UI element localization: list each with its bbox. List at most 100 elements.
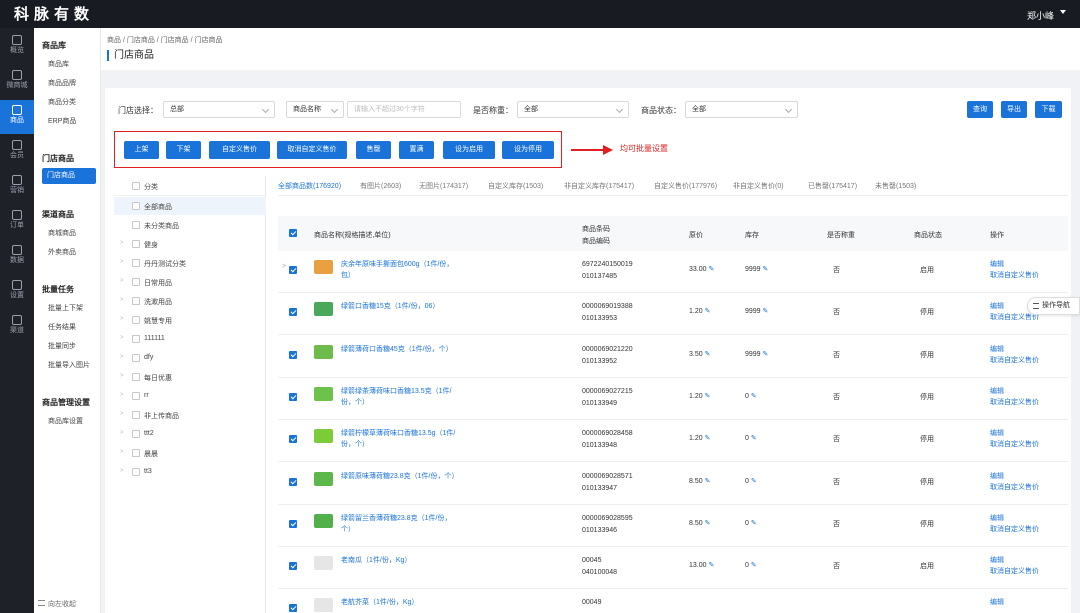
subnav-item-erp[interactable]: ERP商品	[48, 116, 76, 126]
edit-icon[interactable]: ✎	[763, 266, 769, 273]
category-item[interactable]: > 非上传商品	[114, 406, 266, 424]
edit-link[interactable]: 编辑	[990, 555, 1004, 565]
edit-icon[interactable]: ✎	[751, 435, 757, 442]
stats-tab[interactable]: 已售罄(175417)	[808, 181, 857, 191]
rail-item[interactable]: 订单	[0, 205, 34, 239]
table-row[interactable]: 绿箭绿茶薄荷味口香糖13.5克（1件/份，个） 0000069027215 0101…	[278, 377, 1068, 420]
product-name-link[interactable]: 老南瓜（1件/份，Kg）	[341, 555, 456, 566]
batch-enable-button[interactable]: 设为启用	[443, 141, 495, 159]
chevron-right-icon[interactable]: >	[120, 297, 124, 303]
category-checkbox[interactable]	[132, 278, 140, 286]
category-item[interactable]: > 晨晨	[114, 444, 266, 462]
batch-sold-out-button[interactable]: 售罄	[356, 141, 391, 159]
edit-icon[interactable]: ✎	[751, 520, 757, 527]
product-name-link[interactable]: 老航芥菜（1件/份，Kg）	[341, 597, 456, 608]
edit-link[interactable]: 编辑	[990, 259, 1004, 269]
category-checkbox[interactable]	[132, 202, 140, 210]
category-checkbox[interactable]	[132, 373, 140, 381]
category-item[interactable]: 全部商品	[114, 197, 266, 215]
category-checkbox[interactable]	[132, 449, 140, 457]
chevron-right-icon[interactable]: >	[120, 354, 124, 360]
operation-nav-button[interactable]: 操作导航	[1027, 297, 1080, 315]
product-name-link[interactable]: 绿箭柠檬草薄荷味口香糖13.5g（1件/份，个）	[341, 428, 456, 450]
edit-link[interactable]: 编辑	[990, 301, 1004, 311]
edit-icon[interactable]: ✎	[763, 351, 769, 358]
edit-link[interactable]: 编辑	[990, 513, 1004, 523]
chevron-right-icon[interactable]: >	[282, 263, 286, 270]
subnav-item-task-result[interactable]: 任务结果	[48, 322, 76, 332]
chevron-right-icon[interactable]: >	[120, 278, 124, 284]
stats-tab[interactable]: 非自定义库存(175417)	[564, 181, 634, 191]
stats-tab[interactable]: 未售罄(1503)	[875, 181, 916, 191]
table-row[interactable]: 老航芥菜（1件/份，Kg） 00049 编辑	[278, 589, 1068, 613]
field-select[interactable]: 商品名称	[286, 101, 344, 118]
product-name-link[interactable]: 绿箭留兰香薄荷糖23.8克（1件/份，个）	[341, 513, 456, 535]
app-logo[interactable]: 科脉有数	[14, 3, 94, 24]
table-row[interactable]: 绿箭原味薄荷糖23.8克（1件/份，个） 0000069028571 0101339…	[278, 462, 1068, 505]
edit-link[interactable]: 编辑	[990, 386, 1004, 396]
batch-disable-button[interactable]: 设为停用	[502, 141, 554, 159]
category-checkbox[interactable]	[132, 468, 140, 476]
category-checkbox[interactable]	[132, 354, 140, 362]
category-checkbox[interactable]	[132, 240, 140, 248]
category-item[interactable]: > 洗漱用品	[114, 292, 266, 310]
category-item[interactable]: > ttt2	[114, 425, 266, 443]
cancel-custom-price-link[interactable]: 取消自定义售价	[990, 566, 1039, 576]
category-checkbox[interactable]	[132, 411, 140, 419]
rail-item[interactable]: 会员	[0, 135, 34, 169]
chevron-right-icon[interactable]: >	[120, 411, 124, 417]
edit-link[interactable]: 编辑	[990, 597, 1004, 607]
subnav-item-takeout-goods[interactable]: 外卖商品	[48, 247, 76, 257]
subnav-item-brand[interactable]: 商品品牌	[48, 78, 76, 88]
download-button[interactable]: 下载	[1035, 101, 1062, 118]
chevron-down-icon[interactable]	[1060, 10, 1066, 14]
product-name-link[interactable]: 绿箭绿茶薄荷味口香糖13.5克（1件/份，个）	[341, 386, 456, 408]
table-row[interactable]: 老南瓜（1件/份，Kg） 00045 040100048 13.00 ✎ 0 ✎ 否启用编…	[278, 547, 1068, 590]
edit-icon[interactable]: ✎	[708, 562, 714, 569]
rail-item[interactable]: 渠道	[0, 310, 34, 344]
subnav-item-batch-sync[interactable]: 批量同步	[48, 341, 76, 351]
row-checkbox[interactable]	[289, 519, 297, 528]
batch-custom-price-button[interactable]: 自定义售价	[209, 141, 270, 159]
product-name-link[interactable]: 绿箭原味薄荷糖23.8克（1件/份，个）	[341, 471, 458, 482]
product-name-link[interactable]: 绿箭薄荷口香糖45克（1件/份，个）	[341, 344, 456, 355]
cancel-custom-price-link[interactable]: 取消自定义售价	[990, 524, 1039, 534]
product-name-link[interactable]: 庆余年原味手撕面包600g（1件/份，包）	[341, 259, 456, 281]
chevron-right-icon[interactable]: >	[120, 430, 124, 436]
weigh-select[interactable]: 全部	[517, 101, 629, 118]
chevron-right-icon[interactable]: >	[120, 316, 124, 322]
chevron-right-icon[interactable]: >	[120, 259, 124, 265]
search-input[interactable]	[347, 101, 461, 118]
cancel-custom-price-link[interactable]: 取消自定义售价	[990, 439, 1039, 449]
stats-tab[interactable]: 有图片(2603)	[360, 181, 401, 191]
chevron-right-icon[interactable]: >	[120, 449, 124, 455]
category-checkbox[interactable]	[132, 392, 140, 400]
subnav-item-settings[interactable]: 商品库设置	[48, 416, 83, 426]
batch-cancel-custom-price-button[interactable]: 取消自定义售价	[277, 141, 347, 159]
row-checkbox[interactable]	[289, 266, 297, 274]
edit-link[interactable]: 编辑	[990, 344, 1004, 354]
category-item[interactable]: > 丹丹测试分类	[114, 254, 266, 272]
table-row[interactable]: 绿箭留兰香薄荷糖23.8克（1件/份，个） 0000069028595 010133…	[278, 504, 1068, 547]
category-item[interactable]: >111111	[114, 330, 266, 348]
row-checkbox[interactable]	[289, 350, 297, 359]
table-row[interactable]: > 庆余年原味手撕面包600g（1件/份，包） 6972240150019 01013…	[278, 251, 1068, 293]
category-checkbox[interactable]	[132, 316, 140, 324]
category-checkbox[interactable]	[132, 297, 140, 305]
rail-item[interactable]: 设置	[0, 275, 34, 309]
subnav-item-store-goods[interactable]: 门店商品	[42, 168, 96, 184]
category-item[interactable]: > 日常用品	[114, 273, 266, 291]
cancel-custom-price-link[interactable]: 取消自定义售价	[990, 270, 1039, 280]
row-checkbox[interactable]	[289, 604, 297, 613]
category-item[interactable]: > rr	[114, 387, 266, 405]
stats-tab[interactable]: 全部商品数(176920)	[278, 181, 341, 191]
chevron-right-icon[interactable]: >	[120, 240, 124, 246]
rail-item[interactable]: 微商城	[0, 65, 34, 99]
export-button[interactable]: 导出	[1001, 101, 1027, 118]
edit-icon[interactable]: ✎	[708, 266, 714, 273]
edit-icon[interactable]: ✎	[705, 520, 711, 527]
batch-on-shelf-button[interactable]: 上架	[124, 141, 159, 159]
edit-link[interactable]: 编辑	[990, 428, 1004, 438]
category-select-all-checkbox[interactable]	[132, 182, 140, 190]
store-select[interactable]: 总部	[163, 101, 275, 118]
